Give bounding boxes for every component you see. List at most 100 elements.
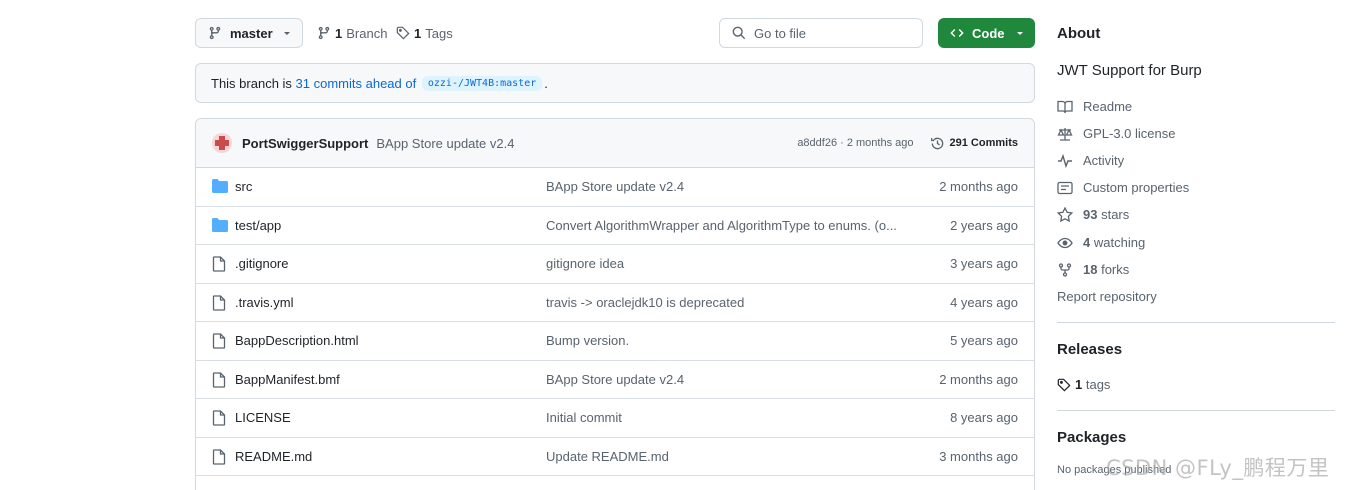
license-link[interactable]: GPL-3.0 license [1057, 126, 1176, 141]
repo-forked-icon [1057, 262, 1073, 277]
commit-author[interactable]: PortSwiggerSupport [242, 136, 368, 151]
about-heading: About [1057, 25, 1101, 42]
git-branch-icon [317, 26, 331, 40]
book-icon [1057, 100, 1073, 114]
table-row[interactable]: LICENSE Initial commit 8 years ago [196, 399, 1034, 438]
file-icon [212, 256, 226, 272]
file-name[interactable]: BappDescription.html [235, 333, 359, 348]
folder-icon [212, 179, 228, 193]
file-commit-message[interactable]: travis -> oraclejdk10 is deprecated [546, 295, 908, 310]
forks-count: 18 [1083, 262, 1098, 277]
divider [1057, 410, 1335, 411]
file-list: PortSwiggerSupport BApp Store update v2.… [195, 118, 1035, 490]
tag-icon [1057, 378, 1071, 392]
table-row[interactable]: BappManifest.bmf BApp Store update v2.4 2 … [196, 361, 1034, 399]
pulse-icon [1057, 153, 1073, 168]
commits-count: 291 Commits [949, 137, 1018, 149]
go-to-file-placeholder: Go to file [754, 25, 807, 41]
forks-label: forks [1101, 262, 1130, 277]
avatar[interactable] [212, 133, 232, 153]
go-to-file-input[interactable]: Go to file [719, 18, 923, 48]
watermark: CSDN @FLy_鹏程万里 [1106, 456, 1330, 480]
readme-link[interactable]: Readme [1057, 99, 1132, 114]
release-tags-link[interactable]: 1 tags [1057, 377, 1110, 392]
caret-down-icon [1015, 28, 1025, 38]
activity-link[interactable]: Activity [1057, 153, 1124, 168]
watching-label: watching [1093, 235, 1146, 250]
commit-hash-time[interactable]: a8ddf26 · 2 months ago [797, 137, 913, 149]
history-icon [930, 136, 945, 151]
watching-count: 4 [1083, 235, 1091, 250]
star-icon [1057, 207, 1073, 222]
release-tags-label: tags [1085, 377, 1111, 392]
readme-label: Readme [1083, 99, 1133, 114]
search-icon [732, 26, 746, 40]
commits-history-link[interactable]: 291 Commits [930, 136, 1018, 151]
branches-link[interactable]: 1 Branch [317, 18, 387, 48]
folder-icon [212, 217, 228, 232]
git-branch-icon [208, 26, 222, 40]
code-icon [950, 26, 964, 40]
file-icon [212, 410, 226, 426]
file-name[interactable]: test/app [235, 218, 281, 233]
branch-selector-button[interactable]: master [195, 18, 303, 48]
activity-label: Activity [1083, 153, 1125, 168]
caret-down-icon [282, 28, 292, 38]
file-age: 2 months ago [939, 179, 1018, 194]
custom-properties-label: Custom properties [1083, 180, 1190, 195]
file-commit-message[interactable]: Initial commit [546, 410, 908, 425]
file-name[interactable]: .gitignore [235, 256, 288, 271]
repo-description: JWT Support for Burp [1057, 62, 1202, 79]
file-age: 3 years ago [950, 256, 1018, 271]
releases-heading[interactable]: Releases [1057, 341, 1122, 358]
notice-prefix: This branch is [211, 75, 296, 91]
tags-link[interactable]: 1 Tags [396, 18, 453, 48]
latest-commit-message[interactable]: BApp Store update v2.4 [376, 136, 514, 151]
table-row[interactable]: BappDescription.html Bump version. 5 years… [196, 322, 1034, 361]
latest-commit-bar: PortSwiggerSupport BApp Store update v2.… [196, 119, 1034, 168]
file-name[interactable]: .travis.yml [235, 295, 294, 310]
branches-label: Branch [346, 25, 388, 41]
branch-name: master [230, 25, 273, 41]
note-icon [1057, 181, 1073, 195]
file-commit-message[interactable]: BApp Store update v2.4 [546, 179, 908, 194]
file-commit-message[interactable]: Bump version. [546, 333, 908, 348]
eye-icon [1057, 236, 1073, 250]
file-age: 5 years ago [950, 333, 1018, 348]
stars-link[interactable]: 93 stars [1057, 207, 1129, 222]
file-name[interactable]: src [235, 179, 252, 194]
file-age: 3 months ago [939, 448, 1018, 464]
table-row[interactable]: README.md Update README.md 3 months ago [196, 438, 1034, 476]
file-age: 2 years ago [950, 217, 1018, 233]
file-commit-message[interactable]: Update README.md [546, 449, 908, 464]
file-icon [212, 294, 226, 311]
file-name[interactable]: README.md [235, 449, 312, 464]
branches-count: 1 [335, 25, 343, 41]
file-name[interactable]: BappManifest.bmf [235, 372, 340, 387]
notice-suffix: . [544, 75, 548, 91]
file-icon [212, 371, 226, 388]
file-name[interactable]: LICENSE [235, 410, 291, 425]
code-label: Code [972, 25, 1005, 41]
tag-icon [396, 26, 410, 40]
upstream-branch-tag[interactable]: ozzi-/JWT4B:master [421, 75, 543, 91]
custom-properties-link[interactable]: Custom properties [1057, 180, 1189, 195]
table-row[interactable]: .travis.yml travis -> oraclejdk10 is depr… [196, 284, 1034, 322]
table-row[interactable]: test/app Convert AlgorithmWrapper and Alg… [196, 207, 1034, 245]
file-age: 2 months ago [939, 371, 1018, 387]
file-commit-message[interactable]: Convert AlgorithmWrapper and AlgorithmTy… [546, 218, 908, 233]
file-icon [212, 333, 226, 349]
commits-ahead-link[interactable]: 31 commits ahead of [296, 76, 417, 91]
file-commit-message[interactable]: gitignore idea [546, 256, 908, 271]
table-row[interactable]: .gitignore gitignore idea 3 years ago [196, 245, 1034, 284]
forks-link[interactable]: 18 forks [1057, 262, 1129, 277]
packages-heading[interactable]: Packages [1057, 429, 1126, 446]
table-row[interactable]: src BApp Store update v2.4 2 months ago [196, 168, 1034, 207]
watchers-link[interactable]: 4 watching [1057, 235, 1145, 250]
tags-count: 1 [414, 25, 422, 41]
file-commit-message[interactable]: BApp Store update v2.4 [546, 372, 908, 387]
file-age: 8 years ago [950, 410, 1018, 425]
report-repository-link[interactable]: Report repository [1057, 289, 1157, 304]
file-age: 4 years ago [950, 294, 1018, 310]
code-button[interactable]: Code [938, 18, 1035, 48]
